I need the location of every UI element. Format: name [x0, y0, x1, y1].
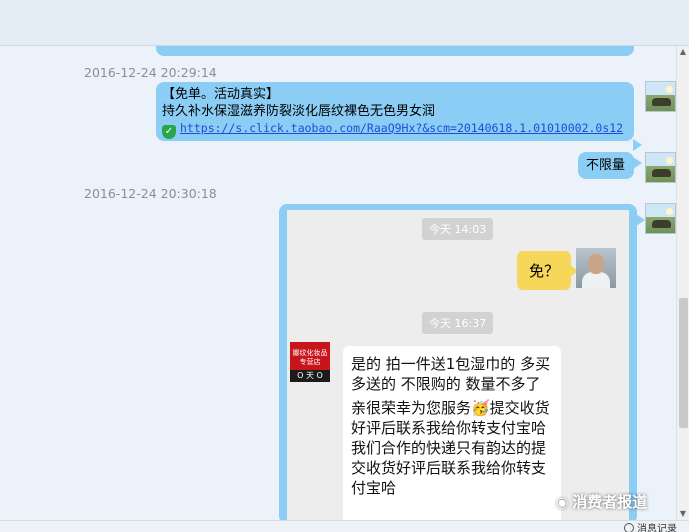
shop-logo: 娜纹化妆品专营店 O 天 O — [290, 342, 330, 382]
shared-chat-screenshot: 今天 14:03 免？ 今天 16:37 娜纹化妆品专营店 O 天 O 是的 拍… — [287, 210, 629, 520]
message-line: 持久补水保湿滋养防裂淡化唇纹裸色无色男女润 — [162, 104, 436, 119]
avatar[interactable] — [645, 203, 676, 234]
message-bubble-product[interactable]: 【免单。活动真实】 持久补水保湿滋养防裂淡化唇纹裸色无色男女润 ✓ https:/… — [156, 82, 642, 151]
time-chip: 今天 14:03 — [422, 218, 494, 240]
message-line: 【免单。活动真实】 — [162, 87, 280, 102]
message-bubble-partial — [156, 46, 634, 56]
message-timestamp: 2016-12-24 20:29:14 — [84, 65, 217, 80]
message-text: 不限量 — [586, 158, 626, 173]
question-bubble: 免？ — [517, 251, 579, 290]
time-chip: 今天 16:37 — [422, 312, 494, 334]
message-history-button[interactable]: 消息记录 — [624, 520, 677, 532]
scroll-down-arrow-icon[interactable]: ▼ — [677, 508, 689, 520]
product-link[interactable]: https://s.click.taobao.com/RaaQ9Hx?&scm=… — [180, 121, 623, 135]
shop-tag: O 天 O — [290, 370, 330, 382]
vertical-scrollbar[interactable]: ▲ ▼ — [676, 46, 689, 520]
message-history-label: 消息记录 — [637, 524, 677, 532]
watermark: ◉ 消费者报道 — [556, 491, 647, 512]
avatar[interactable] — [645, 81, 676, 112]
scroll-up-arrow-icon[interactable]: ▲ — [677, 46, 689, 58]
message-link-row: ✓ https://s.click.taobao.com/RaaQ9Hx?&scm… — [162, 120, 628, 139]
avatar[interactable] — [645, 152, 676, 183]
scroll-thumb[interactable] — [679, 298, 688, 428]
chat-history[interactable]: 2016-12-24 20:29:14 【免单。活动真实】 持久补水保湿滋养防裂… — [0, 46, 676, 520]
reply-text: 是的 拍一件送1包湿巾的 多买多送的 不限购的 数量不多了 — [351, 355, 551, 393]
top-toolbar — [0, 0, 689, 46]
reply-text: 我们合作的快递只有韵达的提交收货好评后联系我给你转支付宝哈 — [351, 439, 547, 497]
reply-bubble: 是的 拍一件送1包湿巾的 多买多送的 不限购的 数量不多了 亲很荣幸为您服务🥳提… — [343, 346, 561, 520]
message-bubble-text[interactable]: 不限量 — [578, 152, 642, 179]
bottom-bar: 消息记录 — [0, 520, 689, 532]
reply-text: 亲很荣幸为您服务🥳提交收货好评后联系我给你转支付宝哈 — [351, 399, 550, 437]
chat-window: 2016-12-24 20:29:14 【免单。活动真实】 持久补水保湿滋养防裂… — [0, 0, 689, 532]
user-photo — [576, 248, 616, 288]
shield-check-icon: ✓ — [162, 125, 176, 139]
watermark-text: 消费者报道 — [572, 493, 648, 511]
clock-icon — [624, 523, 634, 532]
wechat-icon: ◉ — [556, 495, 569, 511]
image-message[interactable]: 今天 14:03 免？ 今天 16:37 娜纹化妆品专营店 O 天 O 是的 拍… — [279, 204, 645, 520]
message-timestamp: 2016-12-24 20:30:18 — [84, 186, 217, 201]
shop-name: 娜纹化妆品专营店 — [292, 349, 328, 366]
